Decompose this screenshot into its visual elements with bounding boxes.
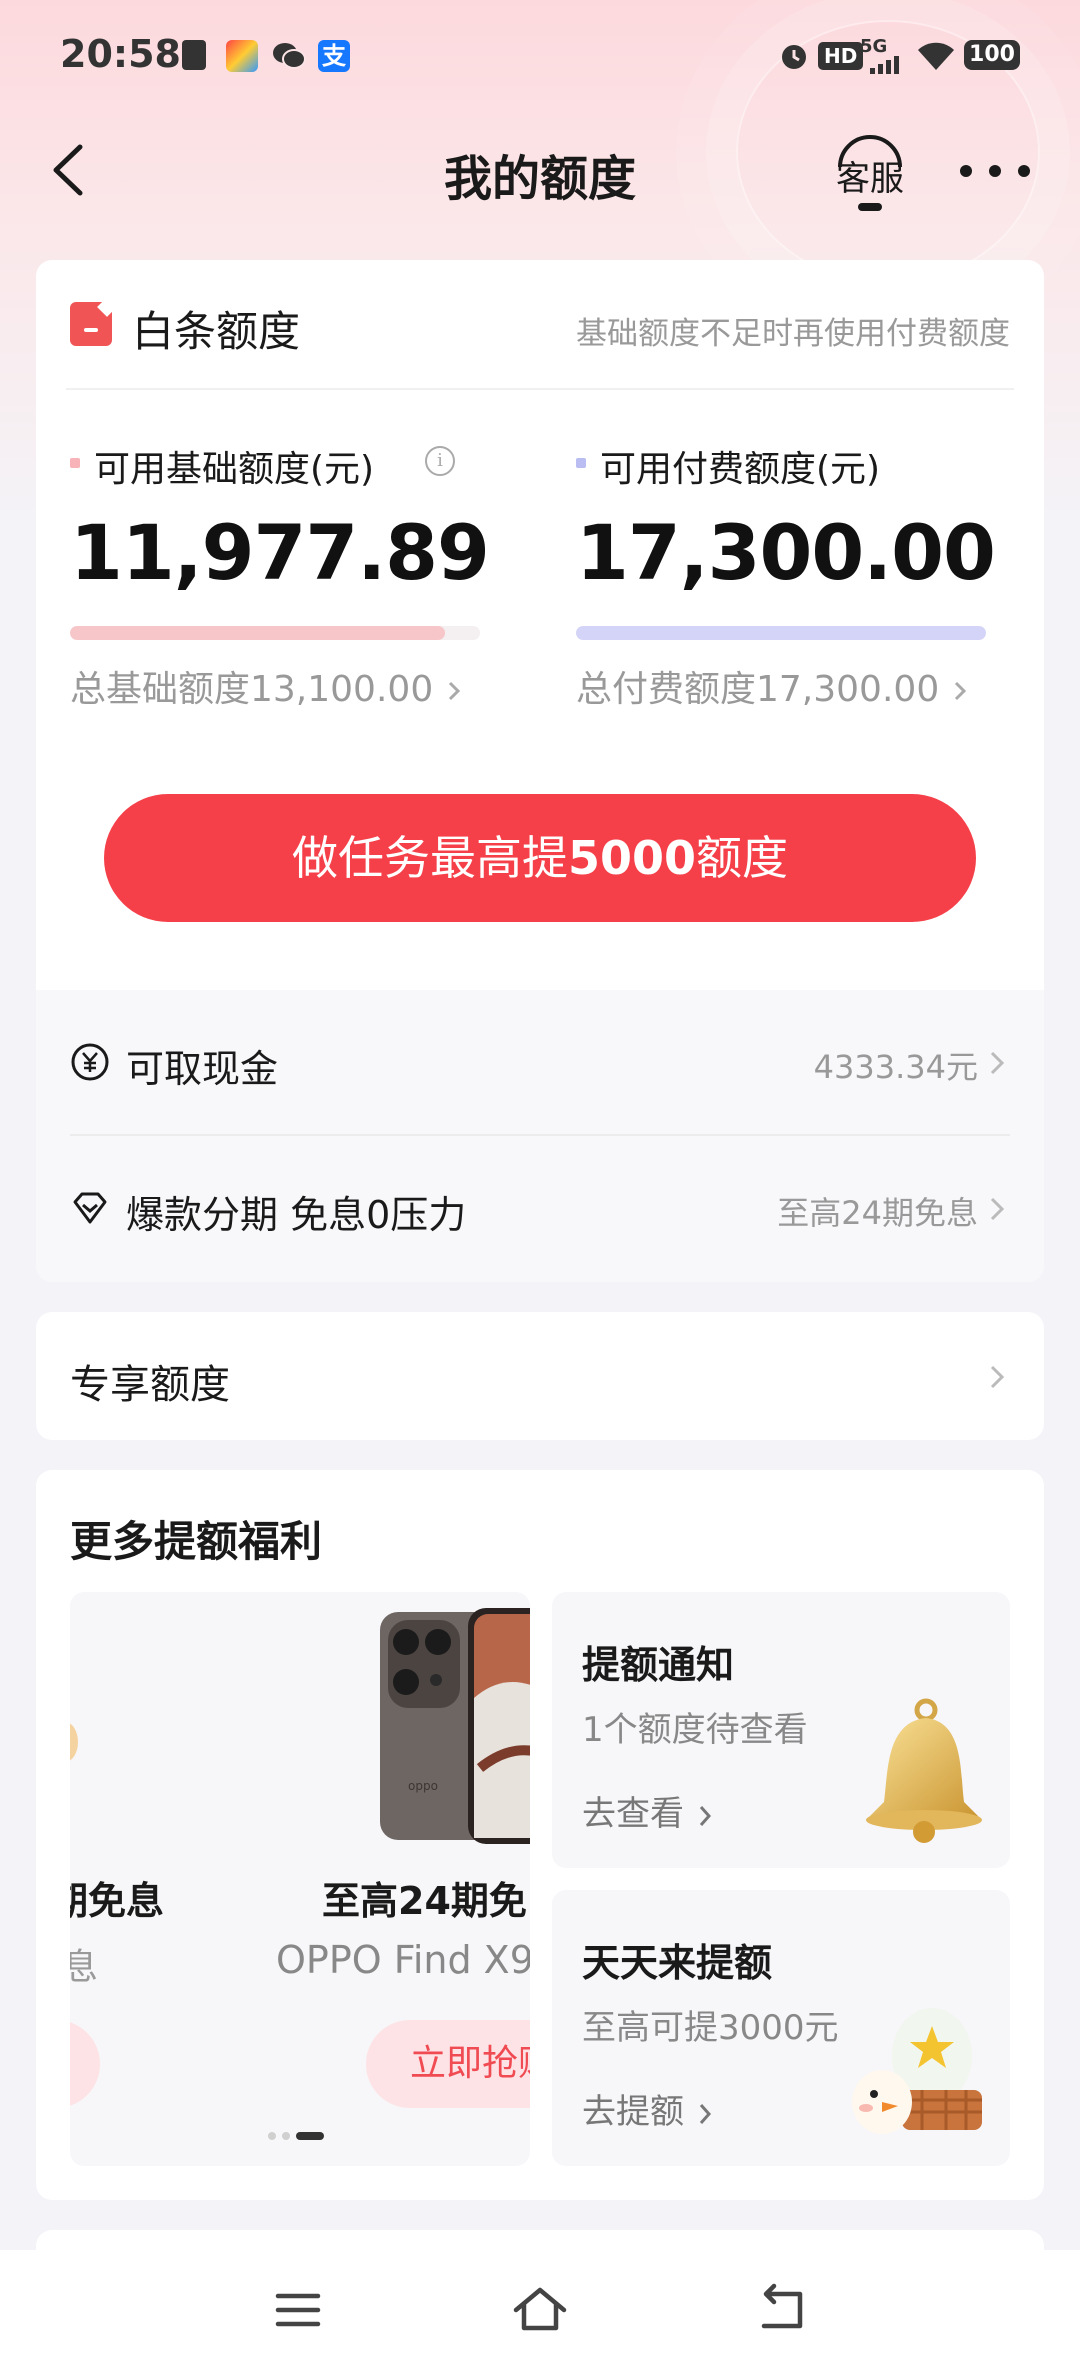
signal-icon <box>862 54 906 74</box>
basic-quota-label: 可用基础额度(元) <box>94 449 375 490</box>
basic-quota-dot <box>70 458 80 468</box>
cash-withdraw-row[interactable]: 可取现金 4333.34元 <box>36 990 1044 1136</box>
cta-suffix: 额度 <box>696 831 789 885</box>
yuan-circle-icon <box>71 1043 109 1081</box>
basic-quota-amount: 11,977.89 <box>70 508 490 597</box>
view-link[interactable]: 去查看 <box>582 1786 715 1835</box>
customer-service-label: 客服 <box>836 159 904 199</box>
back-icon[interactable] <box>752 2280 812 2340</box>
quota-card-header: 白条额度 基础额度不足时再使用付费额度 <box>36 260 1044 390</box>
quota-card: 白条额度 基础额度不足时再使用付费额度 可用基础额度(元) i 11,977.8… <box>36 260 1044 1282</box>
duck-egg-icon <box>852 2008 982 2134</box>
quota-services: 可取现金 4333.34元 爆款分期 免息0压力 至高24期免息 <box>36 990 1044 1282</box>
indicator-dot <box>268 2132 276 2140</box>
chevron-right-icon <box>990 1051 1005 1075</box>
cash-withdraw-value: 4333.34元 <box>813 1048 978 1086</box>
prev-slide-button[interactable] <box>70 2020 100 2108</box>
bell-icon <box>866 1698 982 1843</box>
diamond-icon <box>73 1192 107 1224</box>
page-title: 我的额度 <box>443 151 636 207</box>
paid-quota-dot <box>576 458 586 468</box>
clipboard-icon <box>182 40 206 70</box>
quota-card-title: 白条额度 <box>132 307 301 356</box>
installment-label: 爆款分期 免息0压力 <box>126 1193 467 1237</box>
tile-title: 天天来提额 <box>582 1941 773 1985</box>
paid-quota-label-row: 可用付费额度(元) <box>576 440 1016 490</box>
basic-quota-progress-fill <box>70 626 445 640</box>
quota-card-hint: 基础额度不足时再使用付费额度 <box>576 316 1010 352</box>
chevron-right-icon <box>448 681 460 701</box>
tile-subtitle: 1个额度待查看 <box>582 1710 808 1750</box>
nav-bar: 我的额度 客服 <box>0 115 1080 225</box>
tile-title: 提额通知 <box>582 1643 735 1687</box>
paid-quota-total-link[interactable]: 总付费额度17,300.00 <box>576 660 969 712</box>
installment-value: 至高24期免息 <box>777 1194 978 1232</box>
promo-carousel[interactable]: 期免息 息 oppo 至高24期免 OPPO Find X9 立即抢购 <box>70 1592 530 2166</box>
chevron-right-icon <box>699 1805 711 1826</box>
dot-icon <box>960 165 972 177</box>
battery-indicator: 100 <box>964 40 1020 70</box>
prev-slide-title: 期免息 <box>70 1879 165 1923</box>
menu-icon[interactable] <box>268 2280 328 2340</box>
cta-number: 5000 <box>567 831 697 885</box>
system-nav-bar <box>0 2250 1080 2376</box>
dot-icon <box>1018 165 1030 177</box>
chevron-right-icon <box>990 1197 1005 1221</box>
phone-brand-label: oppo <box>408 1779 438 1793</box>
app-notification-icon <box>226 40 258 72</box>
status-time: 20:58 <box>60 32 181 76</box>
indicator-dot-active <box>296 2132 324 2140</box>
buy-now-button[interactable]: 立即抢购 <box>366 2020 530 2108</box>
chevron-right-icon <box>990 1365 1005 1389</box>
baitiao-card-icon <box>70 302 112 346</box>
basic-quota-total: 总基础额度13,100.00 <box>70 669 434 710</box>
basic-quota-label-row: 可用基础额度(元) i <box>70 440 510 490</box>
exclusive-quota-title: 专享额度 <box>70 1362 230 1408</box>
slide-title: 至高24期免 <box>322 1879 527 1923</box>
basic-quota-progress <box>70 626 480 640</box>
wechat-icon <box>272 40 306 72</box>
quota-notice-tile[interactable]: 提额通知 1个额度待查看 去查看 <box>552 1592 1010 1868</box>
divider <box>66 388 1014 390</box>
chevron-right-icon <box>699 2103 711 2124</box>
daily-raise-tile[interactable]: 天天来提额 至高可提3000元 去提额 <box>552 1890 1010 2166</box>
paid-quota-progress <box>576 626 986 640</box>
cta-prefix: 做任务最高提 <box>291 831 568 885</box>
home-icon[interactable] <box>510 2280 570 2340</box>
paid-quota-amount: 17,300.00 <box>576 508 996 597</box>
indicator-dot <box>282 2132 290 2140</box>
hd-badge: HD <box>818 42 864 70</box>
tile-subtitle: 至高可提3000元 <box>582 2008 839 2048</box>
wifi-icon <box>916 40 956 72</box>
view-link-label: 去查看 <box>582 1794 684 1834</box>
chevron-right-icon <box>954 681 966 701</box>
exclusive-quota-row[interactable]: 专享额度 <box>36 1312 1044 1440</box>
raise-quota-task-button[interactable]: 做任务最高提5000额度 <box>104 794 976 922</box>
paid-quota-total: 总付费额度17,300.00 <box>576 669 940 710</box>
status-bar: 20:58 支 HD 5G 100 <box>0 0 1080 115</box>
slide-subtitle: OPPO Find X9 <box>276 1938 530 1982</box>
benefits-title: 更多提额福利 <box>70 1517 323 1566</box>
raise-link-label: 去提额 <box>582 2092 684 2132</box>
cash-withdraw-label: 可取现金 <box>126 1047 279 1091</box>
paid-quota-progress-fill <box>576 626 986 640</box>
prev-slide-subtitle: 息 <box>70 1947 99 1988</box>
customer-service-button[interactable]: 客服 <box>830 127 910 217</box>
benefits-card: 更多提额福利 期免息 息 oppo 至高24期免 OPPO Find X9 立即… <box>36 1470 1044 2200</box>
phone-product-image: oppo <box>380 1608 530 1844</box>
info-icon[interactable]: i <box>425 446 455 476</box>
raise-link[interactable]: 去提额 <box>582 2084 715 2133</box>
alarm-icon <box>778 40 810 72</box>
paid-quota-label: 可用付费额度(元) <box>600 449 881 490</box>
alipay-icon: 支 <box>318 40 350 72</box>
prev-slide-image <box>70 1722 78 1762</box>
basic-quota-total-link[interactable]: 总基础额度13,100.00 <box>70 660 463 712</box>
installment-row[interactable]: 爆款分期 免息0压力 至高24期免息 <box>36 1136 1044 1280</box>
basic-quota-section: 可用基础额度(元) i 11,977.89 总基础额度13,100.00 <box>70 440 510 710</box>
dot-icon <box>989 165 1001 177</box>
more-menu-button[interactable] <box>960 151 1030 191</box>
paid-quota-section: 可用付费额度(元) 17,300.00 总付费额度17,300.00 <box>576 440 1016 710</box>
